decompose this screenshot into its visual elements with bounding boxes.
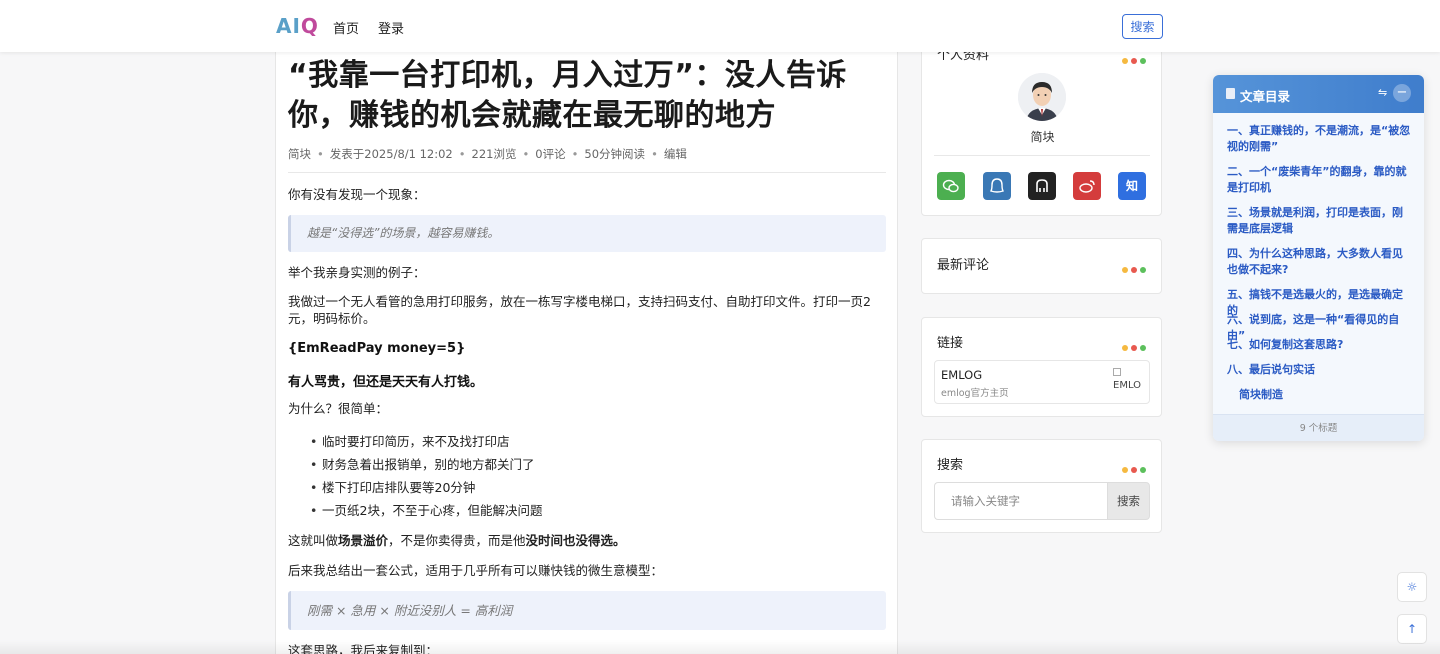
link-description: emlog官方主页 [941,388,1009,399]
paragraph: 这就叫做场景溢价，不是你卖得贵，而是他没时间也没得选。 [288,533,626,548]
top-navbar: AIQ 首页 登录 搜索 [0,0,1440,52]
site-logo[interactable]: AIQ [276,14,319,38]
wechat-icon[interactable] [937,172,965,200]
toc-title: 文章目录 [1240,89,1291,104]
read-time: 50分钟阅读 [584,147,646,161]
bullet-list: 临时要打印简历，来不及找打印店 财务急着出报销单，别的地方都关门了 楼下打印店排… [310,430,542,522]
toc-item[interactable]: 二、一个“废柴青年”的翻身，靠的就是打印机 [1227,164,1413,196]
divider [288,172,886,173]
search-card-title: 搜索 [937,458,964,473]
paragraph: 举个我亲身实测的例子： [288,265,426,280]
list-item: 楼下打印店排队要等20分钟 [310,476,542,499]
latest-comments-card: 最新评论 [921,238,1162,294]
sun-icon: ☼ [1406,580,1418,594]
article-card: “我靠一台打印机，月入过万”：没人告诉你，赚钱的机会就藏在最无聊的地方 简块 • 发… [275,52,898,654]
toc-subitem[interactable]: 简块制造 [1239,387,1409,403]
edit-link[interactable]: 编辑 [664,146,687,162]
comments-card-title: 最新评论 [937,258,990,273]
shortcode-text: {EmReadPay money=5} [288,341,466,356]
toc-item[interactable]: 七、如何复制这套思路? [1227,337,1413,353]
article-meta: 简块 • 发表于2025/8/1 12:02 • 221浏览 • 0评论 • 50分钟阅读 • 编辑 [288,146,687,162]
back-to-top-button[interactable]: ↑ [1397,614,1427,644]
toc-item[interactable]: 八、最后说句实话 [1227,362,1413,378]
list-item: 一页纸2块，不至于心疼，但能解决问题 [310,499,542,522]
toggle-icon[interactable]: ⇋ [1378,86,1387,99]
window-dots [1119,258,1149,273]
avatar[interactable] [1018,73,1066,121]
list-item: 临时要打印简历，来不及找打印店 [310,430,542,453]
arrow-up-icon: ↑ [1406,622,1418,636]
toc-item[interactable]: 一、真正赚钱的，不是潮流，是“被忽视的刚需” [1227,123,1413,155]
paragraph: 你有没有发现一个现象： [288,187,426,202]
publish-date: 发表于2025/8/1 12:02 [329,147,453,161]
search-input[interactable] [934,482,1108,520]
qq-icon[interactable] [983,172,1011,200]
paragraph: 后来我总结出一套公式，适用于几乎所有可以赚快钱的微生意模型： [288,563,664,578]
toc-item[interactable]: 四、为什么这种思路，大多数人看见也做不起来? [1227,246,1413,278]
nav-home-link[interactable]: 首页 [333,18,359,37]
zhihu-icon[interactable]: 知 [1118,172,1146,200]
weibo-icon[interactable] [1073,172,1101,200]
window-dots [1119,458,1149,473]
comment-count[interactable]: 0评论 [535,146,565,162]
view-count: 221浏览 [471,147,517,161]
search-card: 搜索 搜索 [921,439,1162,533]
toc-item[interactable]: 三、场景就是利润，打印是表面，刚需是底层逻辑 [1227,205,1413,237]
blockquote: 刚需 × 急用 × 附近没别人 = 高利润 [288,591,886,630]
list-item: 财务急着出报销单，别的地方都关门了 [310,453,542,476]
header-search-button[interactable]: 搜索 [1122,14,1163,39]
link-title: EMLOG [941,368,983,382]
profile-name: 简块 [1030,130,1055,144]
nav-login-link[interactable]: 登录 [378,18,404,37]
window-dots [1119,336,1149,351]
document-icon [1226,88,1235,99]
divider [934,155,1150,156]
link-item-emlog[interactable]: EMLOG emlog官方主页 EMLO [934,360,1150,404]
article-title: “我靠一台打印机，月入过万”：没人告诉你，赚钱的机会就藏在最无聊的地方 [288,58,847,133]
blockquote: 越是“没得选”的场景，越容易赚钱。 [288,215,886,252]
paragraph: 这套思路，我后来复制到： [288,643,439,654]
paragraph: 为什么？很简单： [288,401,389,416]
table-of-contents: 文章目录 ⇋ − 一、真正赚钱的，不是潮流，是“被忽视的刚需” 二、一个“废柴青… [1213,75,1424,441]
broken-image-icon: EMLO [1113,368,1143,396]
search-submit-button[interactable]: 搜索 [1107,482,1150,520]
paragraph: 我做过一个无人看管的急用打印服务，放在一栋写字楼电梯口，支持扫码支付、自助打印文… [288,294,871,326]
theme-toggle-button[interactable]: ☼ [1397,572,1427,602]
toc-header: 文章目录 ⇋ − [1213,75,1424,113]
collapse-icon[interactable]: − [1393,84,1411,102]
toc-footer: 9 个标题 [1213,414,1424,441]
profile-card: 个人资料 简块 知 [921,30,1162,216]
links-card: 链接 EMLOG emlog官方主页 EMLO [921,317,1162,417]
author-link[interactable]: 简块 [288,146,311,162]
bold-paragraph: 有人骂贵，但还是天天有人打钱。 [288,375,484,390]
github-icon[interactable] [1028,172,1056,200]
links-card-title: 链接 [937,336,964,351]
